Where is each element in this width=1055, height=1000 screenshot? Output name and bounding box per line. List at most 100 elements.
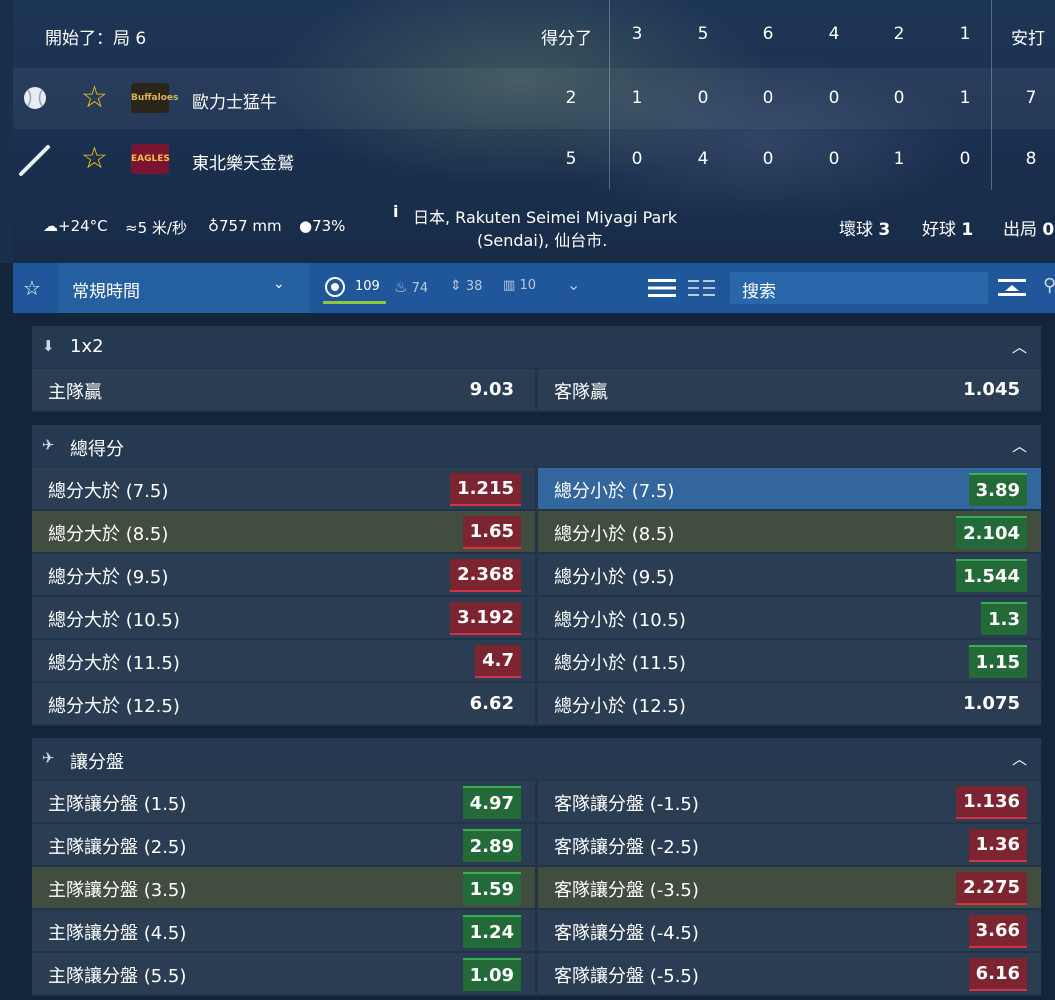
team-score: 2: [565, 88, 577, 108]
favorite-star-icon[interactable]: ☆: [81, 144, 108, 174]
odds-value: 1.3: [981, 602, 1027, 635]
odds-value: 9.03: [469, 379, 514, 400]
odds-label: 總分大於 (10.5): [48, 610, 180, 631]
inning-score: 0: [828, 149, 840, 169]
odds-cell[interactable]: 總分小於 (10.5) 1.3: [538, 597, 1041, 638]
market-title: 讓分盤: [70, 752, 124, 773]
filter-all-count: 109: [355, 279, 380, 294]
stats-icon: ▥: [503, 278, 516, 293]
odds-label: 客隊讓分盤 (-2.5): [554, 837, 699, 858]
odds-cell[interactable]: 主隊讓分盤 (5.5) 1.09: [32, 953, 535, 994]
odds-label: 總分大於 (11.5): [48, 653, 180, 674]
period-select[interactable]: 常規時間 ⌄: [58, 263, 310, 313]
odds-cell[interactable]: 客隊讓分盤 (-1.5) 1.136: [538, 781, 1041, 822]
odds-cell[interactable]: 總分大於 (9.5) 2.368: [32, 554, 535, 595]
inning-score: 0: [762, 149, 774, 169]
favorite-star-icon[interactable]: ☆: [23, 276, 41, 300]
odds-cell[interactable]: 主隊讓分盤 (1.5) 4.97: [32, 781, 535, 822]
odds-value: 2.104: [956, 516, 1027, 549]
odds-value: 2.89: [462, 829, 521, 862]
pressure-icon: ♁: [208, 217, 219, 235]
inning-header: 6: [762, 24, 774, 44]
odds-value: 6.16: [968, 958, 1027, 991]
odds-cell[interactable]: 總分大於 (10.5) 3.192: [32, 597, 535, 638]
list-view-icon[interactable]: [647, 276, 677, 304]
odds-cell[interactable]: 總分小於 (7.5) 3.89: [538, 468, 1041, 509]
odds-cell[interactable]: 總分小於 (12.5) 1.075: [538, 683, 1041, 724]
weather-temp: ☁+24°C: [43, 217, 108, 235]
odds-cell[interactable]: 總分大於 (12.5) 6.62: [32, 683, 535, 724]
chevron-down-icon[interactable]: ⌄: [567, 275, 580, 294]
chevron-up-icon[interactable]: ︿: [1012, 748, 1027, 769]
venue-line-1: 日本, Rakuten Seimei Miyagi Park: [413, 208, 678, 227]
inning-score: 0: [631, 149, 643, 169]
market-section-header[interactable]: ⬇ 1x2 ︿: [32, 326, 1041, 368]
pin-icon[interactable]: ⬇: [42, 337, 55, 355]
odds-value: 6.62: [469, 693, 514, 714]
team-hits: 8: [1025, 149, 1037, 169]
scoreboard: 開始了：局 6 得分了 3 5 6 4 2 1 安打 ☆ Buffaloes 歐…: [0, 0, 1055, 263]
filter-stats[interactable]: ▥ 10: [503, 278, 536, 293]
odds-cell[interactable]: 主隊讓分盤 (4.5) 1.24: [32, 910, 535, 951]
odds-cell[interactable]: 總分大於 (7.5) 1.215: [32, 468, 535, 509]
market-section: ⬇ 1x2 ︿ 主隊贏 9.03 客隊贏 1.045: [32, 326, 1041, 412]
odds-cell[interactable]: 主隊讓分盤 (3.5) 1.59: [32, 867, 535, 908]
odds-value: 3.192: [450, 602, 521, 635]
favorite-star-icon[interactable]: ☆: [81, 83, 108, 113]
odds-cell[interactable]: 總分小於 (9.5) 1.544: [538, 554, 1041, 595]
collapse-all-icon[interactable]: [997, 276, 1027, 304]
odds-label: 主隊讓分盤 (4.5): [48, 923, 187, 944]
odds-cell[interactable]: 主隊讓分盤 (2.5) 2.89: [32, 824, 535, 865]
odds-cell[interactable]: 總分小於 (11.5) 1.15: [538, 640, 1041, 681]
filter-hot[interactable]: ♨ 74: [394, 278, 428, 296]
weather-humidity: ●73%: [299, 217, 346, 235]
bat-icon: [18, 143, 52, 181]
odds-label: 客隊讓分盤 (-5.5): [554, 966, 699, 987]
chevron-up-icon[interactable]: ︿: [1012, 435, 1027, 456]
odds-label: 總分大於 (7.5): [48, 481, 169, 502]
odds-value: 1.075: [963, 693, 1020, 714]
search-input[interactable]: 搜索: [730, 272, 988, 304]
odds-value: 1.36: [968, 829, 1027, 862]
odds-label: 總分小於 (9.5): [554, 567, 675, 588]
filter-updown[interactable]: ⇕ 38: [450, 278, 482, 294]
odds-value: 1.045: [963, 379, 1020, 400]
odds-label: 主隊讓分盤 (1.5): [48, 794, 187, 815]
pin-icon[interactable]: ✈: [42, 436, 55, 454]
odds-cell[interactable]: 總分大於 (11.5) 4.7: [32, 640, 535, 681]
odds-value: 4.7: [475, 645, 521, 678]
odds-label: 總分大於 (12.5): [48, 696, 180, 717]
market-section-header[interactable]: ✈ 讓分盤 ︿: [32, 738, 1041, 780]
odds-cell[interactable]: 主隊贏 9.03: [32, 369, 535, 410]
odds-value: 1.15: [968, 645, 1027, 678]
chevron-up-icon[interactable]: ︿: [1012, 336, 1027, 357]
baseball-icon: [22, 85, 48, 115]
pin-icon[interactable]: ⚲: [1043, 275, 1055, 296]
inning-score: 0: [959, 149, 971, 169]
odds-value: 2.368: [450, 559, 521, 592]
market-toolbar: ☆ 常規時間 ⌄ 109 ♨ 74 ⇕ 38 ▥ 10 ⌄ 搜索 ⚲: [13, 263, 1055, 313]
odds-value: 3.89: [968, 473, 1027, 506]
odds-cell[interactable]: 總分小於 (8.5) 2.104: [538, 511, 1041, 552]
grid-view-icon[interactable]: [687, 276, 717, 304]
market-title: 總得分: [70, 439, 124, 460]
odds-value: 1.215: [450, 473, 521, 506]
wind-icon: ≈: [125, 219, 138, 237]
left-strip: [0, 0, 13, 263]
odds-cell[interactable]: 客隊讓分盤 (-2.5) 1.36: [538, 824, 1041, 865]
odds-cell[interactable]: 客隊讓分盤 (-4.5) 3.66: [538, 910, 1041, 951]
pin-icon[interactable]: ✈: [42, 749, 55, 767]
odds-cell[interactable]: 客隊讓分盤 (-3.5) 2.275: [538, 867, 1041, 908]
odds-cell[interactable]: 客隊贏 1.045: [538, 369, 1041, 410]
target-icon: [325, 277, 345, 297]
inning-score: 4: [697, 149, 709, 169]
odds-cell[interactable]: 總分大於 (8.5) 1.65: [32, 511, 535, 552]
info-icon[interactable]: i: [393, 202, 398, 221]
match-info: ☁+24°C ≈5 米/秒 ♁757 mm ●73% i 日本, Rakuten…: [13, 190, 1055, 263]
odds-cell[interactable]: 客隊讓分盤 (-5.5) 6.16: [538, 953, 1041, 994]
market-section-header[interactable]: ✈ 總得分 ︿: [32, 425, 1041, 467]
chevron-down-icon: ⌄: [273, 276, 285, 292]
market-title: 1x2: [70, 336, 104, 357]
odds-label: 主隊讓分盤 (2.5): [48, 837, 187, 858]
odds-value: 1.59: [462, 872, 521, 905]
